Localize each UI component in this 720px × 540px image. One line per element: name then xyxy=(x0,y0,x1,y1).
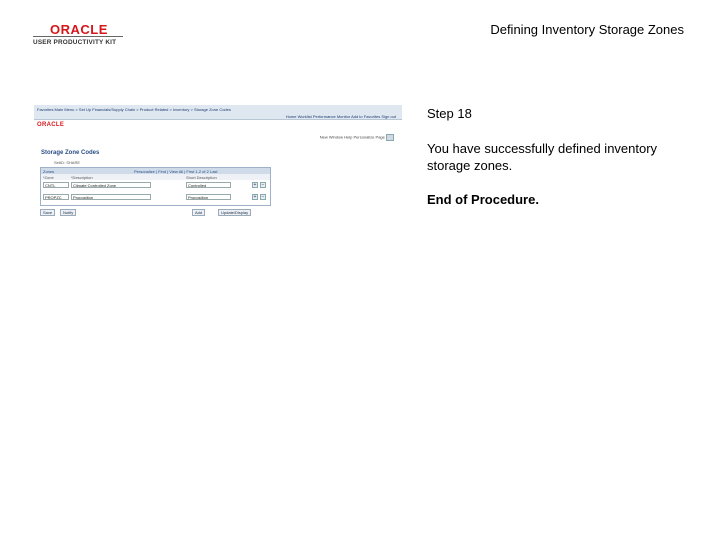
step-label: Step 18 xyxy=(427,106,472,121)
oracle-wordmark: ORACLE xyxy=(50,22,108,37)
page-title: Storage Zone Codes xyxy=(41,150,100,156)
setid-label: SetID: SHARE xyxy=(54,160,81,165)
description-field[interactable]: Proposition xyxy=(71,194,151,200)
breadcrumb: Favorites Main Menu > Set Up Financials/… xyxy=(37,107,231,112)
personalize-icon xyxy=(386,134,394,141)
app-logo: ORACLE xyxy=(37,122,65,128)
short-description-field[interactable]: Controlled xyxy=(186,182,231,188)
step-screenshot: Favorites Main Menu > Set Up Financials/… xyxy=(34,105,402,220)
description-field[interactable]: Climate Controlled Zone xyxy=(71,182,151,188)
document-title: Defining Inventory Storage Zones xyxy=(490,22,684,37)
update-display-button[interactable]: Update/Display xyxy=(218,209,252,216)
zone-field[interactable]: CNTL xyxy=(43,182,69,188)
end-of-procedure: End of Procedure. xyxy=(427,192,539,207)
zones-grid: Zones Personalize | Find | View All | Fi… xyxy=(40,167,271,206)
page-toolbar: New Window Help Personalize Page xyxy=(320,134,394,141)
save-button[interactable]: Save xyxy=(40,209,56,216)
short-description-field[interactable]: Proposition xyxy=(186,194,231,200)
page-buttons: Save Notify Add Update/Display xyxy=(40,209,269,217)
logo-subtitle: USER PRODUCTIVITY KIT xyxy=(33,39,117,46)
add-row-icon[interactable]: + xyxy=(252,194,258,200)
zone-field[interactable]: PROPZC xyxy=(43,194,69,200)
table-row: CNTL Climate Controlled Zone Controlled … xyxy=(41,180,270,190)
step-message: You have successfully defined inventory … xyxy=(427,141,658,173)
delete-row-icon[interactable]: − xyxy=(260,194,266,200)
toolbar-links: New Window Help Personalize Page xyxy=(319,134,385,140)
delete-row-icon[interactable]: − xyxy=(260,182,266,188)
app-nav-bar: Favorites Main Menu > Set Up Financials/… xyxy=(34,105,402,120)
table-row: PROPZC Proposition Proposition + − xyxy=(41,192,270,202)
header-links: Home Worklist Performance Monitor Add to… xyxy=(285,114,396,119)
notify-button[interactable]: Notify xyxy=(60,209,77,216)
add-button[interactable]: Add xyxy=(192,209,206,216)
add-row-icon[interactable]: + xyxy=(252,182,258,188)
logo-divider xyxy=(33,36,123,37)
oracle-upk-logo: ORACLE USER PRODUCTIVITY KIT xyxy=(33,22,125,48)
step-instructions: Step 18 You have successfully defined in… xyxy=(427,105,697,208)
